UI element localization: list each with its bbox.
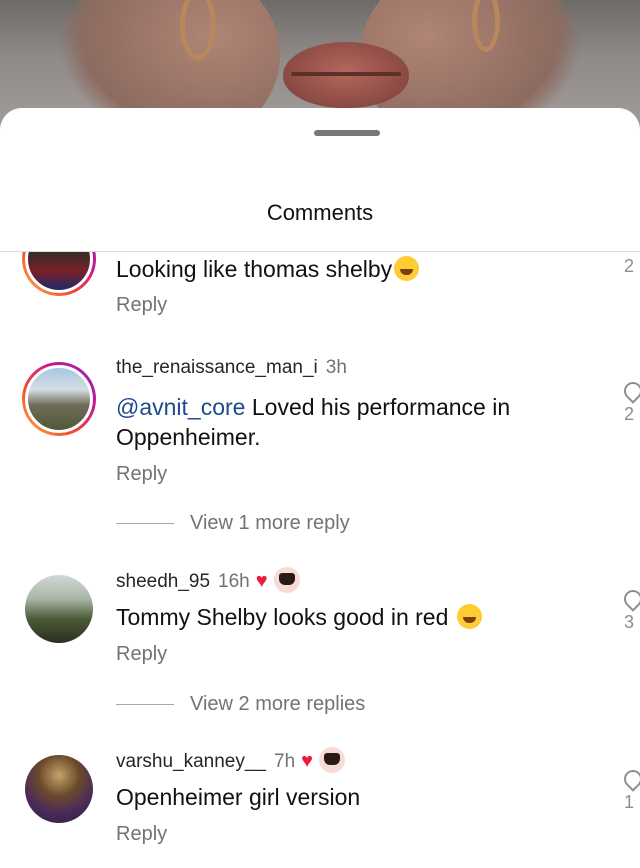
grinning-squinting-emoji xyxy=(456,604,482,629)
avatar[interactable] xyxy=(22,572,96,646)
comment-header: the_renaissance_man_i 3h xyxy=(116,357,347,379)
comment-text: Looking like thomas shelby xyxy=(116,254,566,284)
comment-header: varshu_kanney__ 7h ♥ xyxy=(116,747,346,773)
like-button[interactable]: 3 xyxy=(620,586,640,633)
like-count: 2 xyxy=(624,404,635,424)
profile-sticker-icon xyxy=(273,567,300,593)
drag-handle[interactable] xyxy=(314,130,380,136)
like-button[interactable]: 2 xyxy=(624,252,640,277)
mention-link[interactable]: @avnit_core xyxy=(116,394,245,420)
view-replies-button[interactable]: View 2 more replies xyxy=(116,693,365,716)
heart-icon: ♥ xyxy=(255,570,268,592)
like-count: 1 xyxy=(624,792,635,812)
comments-sheet: Comments Looking like thomas shelby Repl… xyxy=(0,108,640,868)
like-count: 3 xyxy=(624,612,635,632)
like-button[interactable]: 1 xyxy=(620,766,640,813)
sheet-title: Comments xyxy=(266,200,374,225)
timestamp: 3h xyxy=(325,357,347,378)
comment-header: sheedh_95 16h ♥ xyxy=(116,567,300,593)
comment-text: Tommy Shelby looks good in red xyxy=(116,602,566,632)
avatar[interactable] xyxy=(22,752,96,826)
avatar[interactable] xyxy=(22,252,96,296)
reply-button[interactable]: Reply xyxy=(116,643,167,666)
photo-lips xyxy=(283,42,409,108)
comments-list[interactable]: Looking like thomas shelby Reply 2 the_r… xyxy=(0,252,640,862)
comment-text: @avnit_core Loved his performance in Opp… xyxy=(116,394,511,450)
view-replies-label: View 1 more reply xyxy=(190,512,350,534)
view-replies-button[interactable]: View 1 more reply xyxy=(116,512,350,535)
like-count: 2 xyxy=(624,256,635,276)
timestamp: 16h xyxy=(218,571,250,592)
tears-of-joy-emoji xyxy=(394,256,420,281)
divider-line xyxy=(116,523,174,525)
like-button[interactable]: 2 xyxy=(620,378,640,425)
heart-outline-icon xyxy=(620,586,640,612)
timestamp: 7h xyxy=(274,751,296,772)
divider-line xyxy=(116,704,174,706)
reply-button[interactable]: Reply xyxy=(116,463,167,486)
heart-icon: ♥ xyxy=(301,750,314,772)
reply-button[interactable]: Reply xyxy=(116,294,167,317)
username[interactable]: sheedh_95 xyxy=(116,571,210,592)
username[interactable]: varshu_kanney__ xyxy=(116,751,266,772)
view-replies-label: View 2 more replies xyxy=(190,693,366,715)
reply-button[interactable]: Reply xyxy=(116,823,167,846)
profile-sticker-icon xyxy=(319,747,346,773)
heart-outline-icon xyxy=(620,378,640,404)
heart-outline-icon xyxy=(620,766,640,792)
username[interactable]: the_renaissance_man_i xyxy=(116,357,318,378)
avatar[interactable] xyxy=(22,362,96,436)
comment-text: Openheimer girl version xyxy=(116,784,361,810)
